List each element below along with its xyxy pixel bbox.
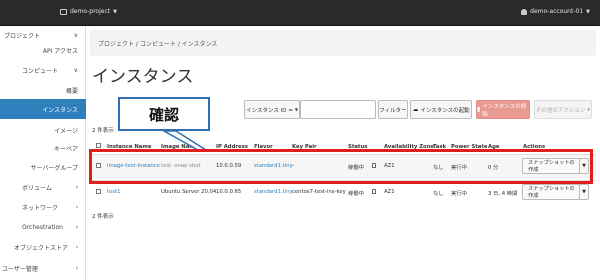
callout-tail (161, 130, 209, 151)
callout-label: 確認 (148, 105, 179, 124)
highlight-box (89, 149, 593, 184)
confirm-callout: 確認 (118, 97, 210, 131)
callout-pointer (161, 130, 209, 151)
